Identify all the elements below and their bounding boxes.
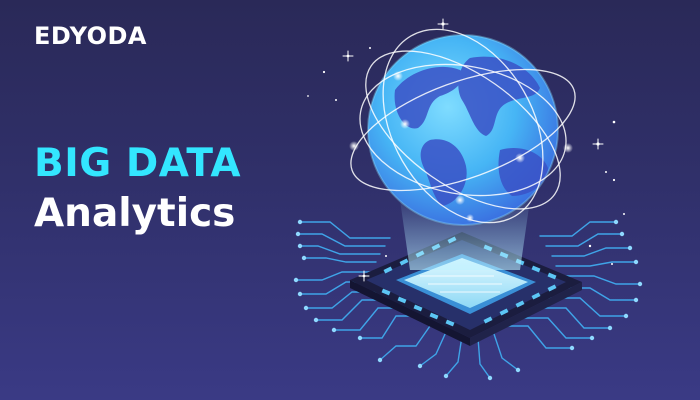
illustration xyxy=(293,18,643,381)
